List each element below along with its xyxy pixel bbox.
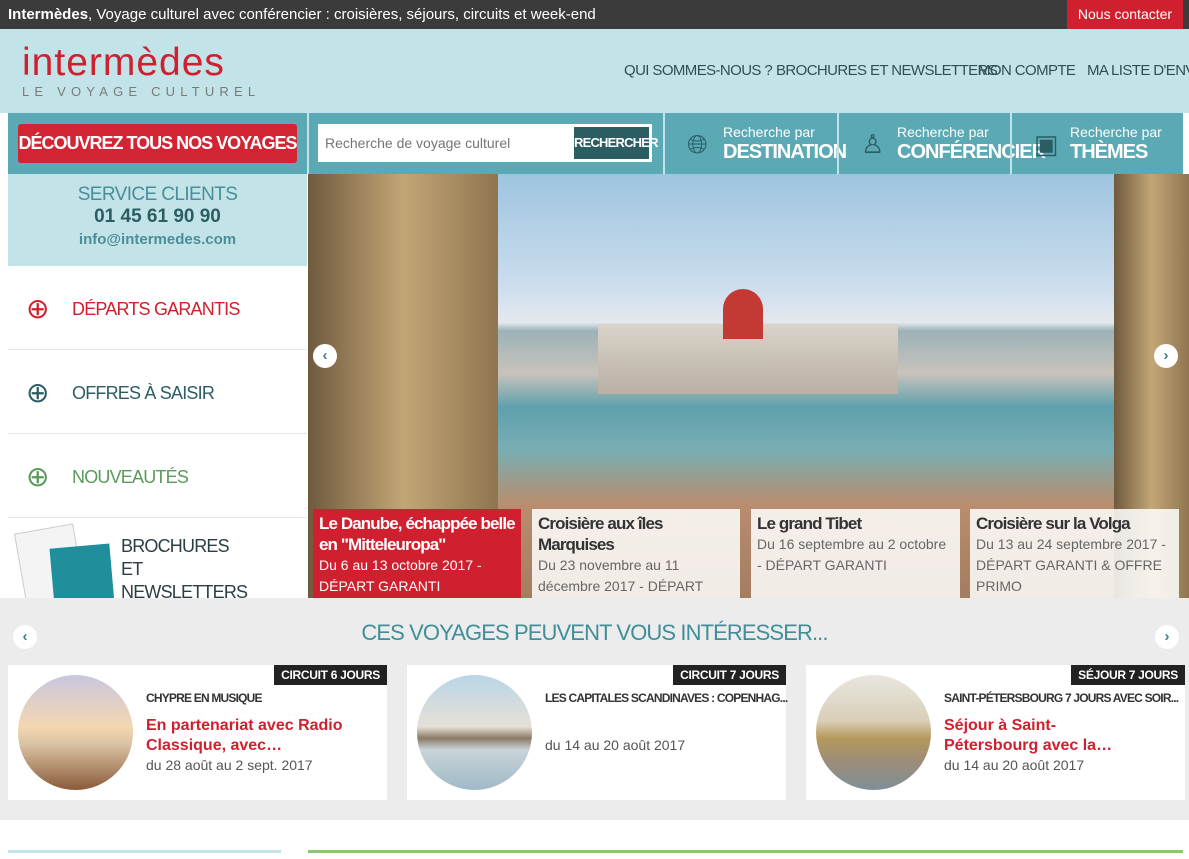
label: Recherche par: [1070, 124, 1162, 140]
hero-caption[interactable]: Croisière sur la Volga Du 13 au 24 septem…: [970, 509, 1179, 598]
globe-icon: 🌐︎: [687, 129, 708, 159]
discover-all-button[interactable]: DÉCOUVREZ TOUS NOS VOYAGES: [18, 124, 298, 163]
caption-date: Du 16 septembre au 2 octobre - DÉPART GA…: [757, 536, 947, 573]
caption-title: Le Danube, échappée belle en "Mitteleuro…: [319, 514, 516, 554]
divider: [8, 850, 281, 853]
hero-caption[interactable]: Le grand Tibet Du 16 septembre au 2 octob…: [751, 509, 960, 598]
label: Recherche par: [897, 124, 989, 140]
trip-image: [816, 675, 931, 790]
trip-card[interactable]: SÉJOUR 7 JOURS SAINT-PÉTERSBOURG 7 JOURS…: [806, 665, 1185, 800]
divider: [307, 113, 309, 174]
trip-title[interactable]: Séjour à Saint-Pétersbourg avec la…: [944, 716, 1144, 756]
brochure-image: [49, 543, 115, 598]
globe-plus-icon: ⊕: [26, 461, 50, 492]
search-by-theme[interactable]: ▣ Recherche par THÈMES: [1012, 113, 1183, 174]
divider: [308, 850, 1183, 853]
trip-date: du 14 au 20 août 2017: [944, 757, 1085, 773]
menu-guaranteed-departures[interactable]: ⊕ DÉPARTS GARANTIS: [8, 266, 307, 350]
nav-about[interactable]: QUI SOMMES-NOUS ?: [624, 62, 773, 79]
label: THÈMES: [1070, 141, 1148, 163]
trip-card[interactable]: CIRCUIT 7 JOURS LES CAPITALES SCANDINAVE…: [407, 665, 788, 800]
trip-badge: SÉJOUR 7 JOURS: [1071, 665, 1185, 685]
service-email[interactable]: info@intermedes.com: [8, 231, 307, 248]
top-bar: Intermèdes, Voyage culturel avec confére…: [0, 0, 1189, 29]
contact-button[interactable]: Nous contacter: [1067, 0, 1183, 29]
search-button[interactable]: RECHERCHER: [574, 127, 659, 159]
search-box: RECHERCHER: [318, 124, 659, 162]
caption-date: Du 13 au 24 septembre 2017 - DÉPART GARA…: [976, 536, 1166, 594]
trip-date: du 14 au 20 août 2017: [545, 737, 686, 753]
trip-subtitle: LES CAPITALES SCANDINAVES : COPENHAG...: [545, 691, 788, 705]
service-phone[interactable]: 01 45 61 90 90: [8, 206, 307, 228]
suggestions-title: CES VOYAGES PEUVENT VOUS INTÉRESSER...: [361, 620, 828, 645]
search-input[interactable]: [318, 124, 574, 162]
logo-tagline: LE VOYAGE CULTUREL: [22, 84, 261, 99]
caption-title: Croisière aux îles Marquises: [538, 514, 664, 554]
trip-image: [417, 675, 532, 790]
trip-subtitle: SAINT-PÉTERSBOURG 7 JOURS AVEC SOIR...: [944, 691, 1179, 705]
trip-date: du 28 août au 2 sept. 2017: [146, 757, 313, 773]
service-title: SERVICE CLIENTS: [77, 184, 238, 205]
search-by-lecturer[interactable]: ♙ Recherche par CONFÉRENCIER: [839, 113, 1046, 174]
logo[interactable]: intermèdes: [22, 41, 225, 85]
menu-offers[interactable]: ⊕ OFFRES À SAISIR: [8, 350, 307, 434]
menu-label: NOUVEAUTÉS: [72, 467, 189, 487]
nav-brochures[interactable]: BROCHURES ET NEWSLETTERS: [776, 62, 998, 79]
search-by-destination[interactable]: 🌐︎ Recherche par DESTINATION: [665, 113, 847, 174]
trip-badge: CIRCUIT 7 JOURS: [673, 665, 786, 685]
suggestions-next-arrow[interactable]: ›: [1155, 625, 1179, 649]
trip-title[interactable]: En partenariat avec Radio Classique, ave…: [146, 716, 346, 756]
trip-badge: CIRCUIT 6 JOURS: [274, 665, 387, 685]
site-tagline: , Voyage culturel avec conférencier : cr…: [88, 6, 596, 23]
trip-subtitle: CHYPRE EN MUSIQUE: [146, 691, 263, 705]
menu-new[interactable]: ⊕ NOUVEAUTÉS: [8, 434, 307, 518]
lecturer-icon: ♙: [861, 129, 885, 159]
nav-wishlist[interactable]: MA LISTE D'ENVIE: [1087, 62, 1189, 79]
hero-next-arrow[interactable]: ›: [1154, 344, 1178, 368]
brand-name: Intermèdes: [8, 6, 89, 23]
caption-title: Croisière sur la Volga: [976, 514, 1131, 533]
hero-prev-arrow[interactable]: ‹: [313, 344, 337, 368]
nav-account[interactable]: MON COMPTE: [978, 62, 1076, 79]
trip-image: [18, 675, 133, 790]
label: DESTINATION: [723, 141, 847, 163]
menu-label: DÉPARTS GARANTIS: [72, 299, 240, 319]
trip-card[interactable]: CIRCUIT 6 JOURS CHYPRE EN MUSIQUE En par…: [8, 665, 387, 800]
caption-date: Du 6 au 13 octobre 2017 - DÉPART GARANTI: [319, 557, 482, 594]
hero-caption[interactable]: Le Danube, échappée belle en "Mitteleuro…: [313, 509, 521, 598]
globe-check-icon: ⊕: [26, 293, 50, 324]
suggestions-prev-arrow[interactable]: ‹: [13, 625, 37, 649]
label: Recherche par: [723, 124, 815, 140]
menu-label: BROCHURES ET NEWSLETTERS: [121, 536, 248, 598]
customer-service: SERVICE CLIENTS 01 45 61 90 90 info@inte…: [8, 174, 307, 266]
hero-caption[interactable]: Croisière aux îles Marquises Du 23 novemb…: [532, 509, 740, 615]
header: intermèdes LE VOYAGE CULTUREL QUI SOMMES…: [0, 29, 1189, 113]
globe-star-icon: ⊕: [26, 377, 50, 408]
hero-image-dome: [723, 289, 763, 339]
menu-label: OFFRES À SAISIR: [72, 383, 215, 403]
image-icon: ▣: [1034, 129, 1059, 159]
caption-title: Le grand Tibet: [757, 514, 862, 533]
menu-brochures[interactable]: BROCHURES ET NEWSLETTERS: [8, 518, 307, 598]
